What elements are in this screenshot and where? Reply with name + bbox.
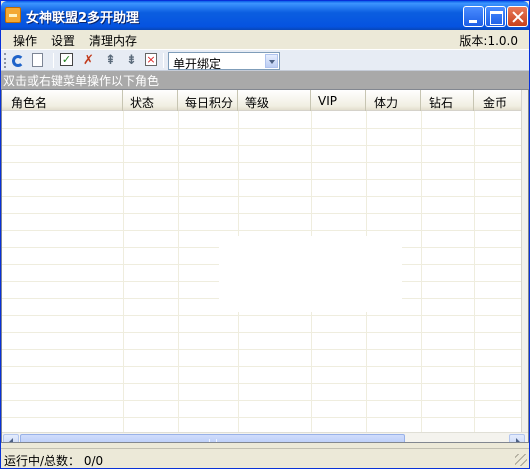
status-count: 0/0 xyxy=(83,454,104,468)
scroll-thumb[interactable] xyxy=(20,434,405,442)
close-button[interactable] xyxy=(507,6,528,27)
menu-bar: 操作 设置 清理内存 版本:1.0.0 xyxy=(1,30,529,49)
scroll-left-icon[interactable] xyxy=(3,434,19,442)
scroll-right-icon[interactable] xyxy=(509,434,525,442)
column-header[interactable]: 等级 xyxy=(238,90,311,111)
grid-line xyxy=(2,179,522,180)
grid-line xyxy=(2,145,522,146)
chevron-down-icon[interactable] xyxy=(265,54,278,68)
new-document-icon[interactable] xyxy=(32,53,43,67)
role-list[interactable]: 角色名 状态 每日积分 等级 VIP 体力 钻石 金币 xyxy=(1,89,529,443)
horizontal-scrollbar[interactable] xyxy=(2,432,528,442)
app-icon xyxy=(5,7,21,23)
maximize-button[interactable] xyxy=(485,6,506,27)
main-window: 女神联盟2多开助理 操作 设置 清理内存 版本:1.0.0 ✓ ✗ ⇞ ⇟ × … xyxy=(0,0,530,469)
list-header: 角色名 状态 每日积分 等级 VIP 体力 钻石 金币 xyxy=(2,90,522,111)
grid-line xyxy=(2,315,522,316)
toolbar: ✓ ✗ ⇞ ⇟ × 单开绑定 xyxy=(1,49,529,71)
grid-line xyxy=(2,196,522,197)
hint-bar: 双击或右键菜单操作以下角色 xyxy=(1,71,529,89)
minimize-button[interactable] xyxy=(463,6,484,27)
column-header[interactable]: 状态 xyxy=(123,90,178,111)
grid-line xyxy=(2,417,522,418)
mode-select-value: 单开绑定 xyxy=(173,57,222,71)
grid-line xyxy=(2,366,522,367)
toolbar-separator xyxy=(163,53,164,68)
menu-operate[interactable]: 操作 xyxy=(13,32,37,49)
grid-line xyxy=(2,383,522,384)
window-title: 女神联盟2多开助理 xyxy=(26,11,140,26)
move-up-icon[interactable]: ⇞ xyxy=(103,53,118,68)
uncheck-icon[interactable]: ✗ xyxy=(81,53,96,68)
column-header[interactable]: 体力 xyxy=(366,90,421,111)
grid-line xyxy=(123,111,124,433)
refresh-icon[interactable] xyxy=(12,55,24,67)
grid-line xyxy=(2,213,522,214)
mode-select[interactable]: 单开绑定 xyxy=(168,52,280,71)
grid-line xyxy=(474,111,475,433)
grid-line xyxy=(2,349,522,350)
empty-area xyxy=(219,236,402,312)
toolbar-separator xyxy=(53,53,54,68)
toolbar-grip-icon[interactable] xyxy=(4,53,6,68)
column-header[interactable]: 钻石 xyxy=(421,90,474,111)
grid-line xyxy=(2,162,522,163)
move-down-icon[interactable]: ⇟ xyxy=(124,53,139,68)
check-all-icon[interactable]: ✓ xyxy=(60,53,73,66)
column-header[interactable]: 金币 xyxy=(474,90,522,111)
hint-text: 双击或右键菜单操作以下角色 xyxy=(3,74,160,88)
column-header[interactable]: VIP xyxy=(311,90,366,111)
title-bar[interactable]: 女神联盟2多开助理 xyxy=(1,1,529,30)
status-bar: 运行中/总数： 0/0 xyxy=(1,448,529,468)
grid-line xyxy=(178,111,179,433)
delete-icon[interactable]: × xyxy=(145,53,157,66)
grip-icon xyxy=(209,439,217,442)
grid-line xyxy=(421,111,422,433)
grid-line xyxy=(2,128,522,129)
version-label: 版本:1.0.0 xyxy=(459,34,518,48)
grid-line xyxy=(2,332,522,333)
vertical-scrollbar[interactable] xyxy=(521,90,528,432)
column-header[interactable]: 每日积分 xyxy=(178,90,238,111)
status-text: 运行中/总数： 0/0 xyxy=(4,452,103,469)
menu-clear-memory[interactable]: 清理内存 xyxy=(89,32,137,49)
grid-line xyxy=(2,400,522,401)
resize-grip-icon[interactable] xyxy=(515,454,527,466)
menu-settings[interactable]: 设置 xyxy=(51,32,75,49)
column-header[interactable]: 角色名 xyxy=(2,90,123,111)
status-label: 运行中/总数： xyxy=(4,454,81,468)
grid-line xyxy=(2,230,522,231)
